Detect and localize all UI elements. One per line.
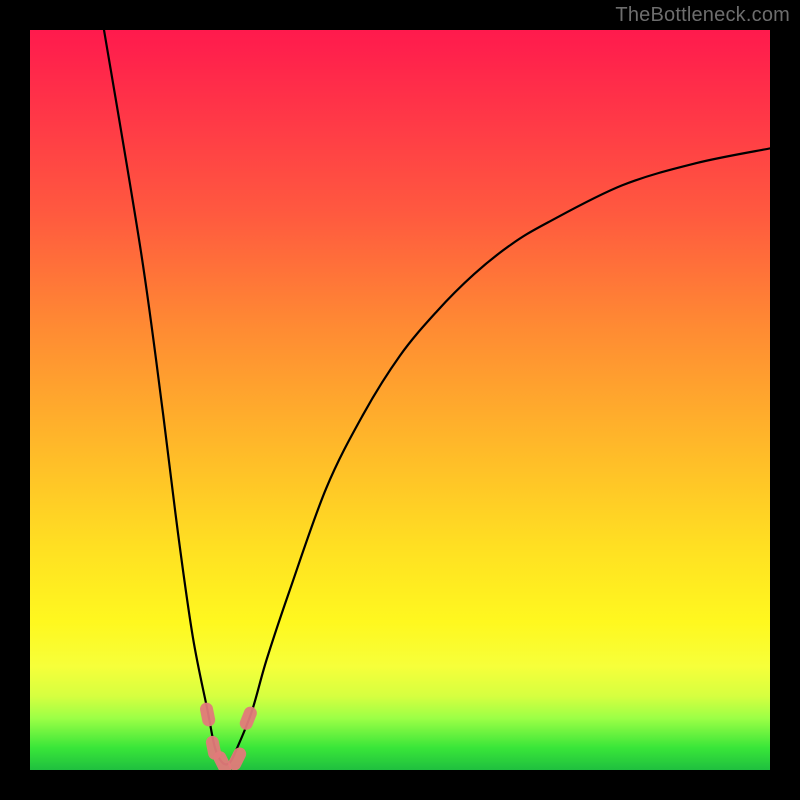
curve-layer <box>30 30 770 770</box>
marker-group <box>199 701 259 770</box>
marker-right-upper <box>238 705 259 732</box>
plot-area <box>30 30 770 770</box>
marker-left-upper <box>199 701 216 727</box>
bottleneck-curve <box>104 30 770 764</box>
watermark-text: TheBottleneck.com <box>615 4 790 27</box>
marker-floor-right <box>226 745 248 770</box>
chart-frame: TheBottleneck.com <box>0 0 800 800</box>
